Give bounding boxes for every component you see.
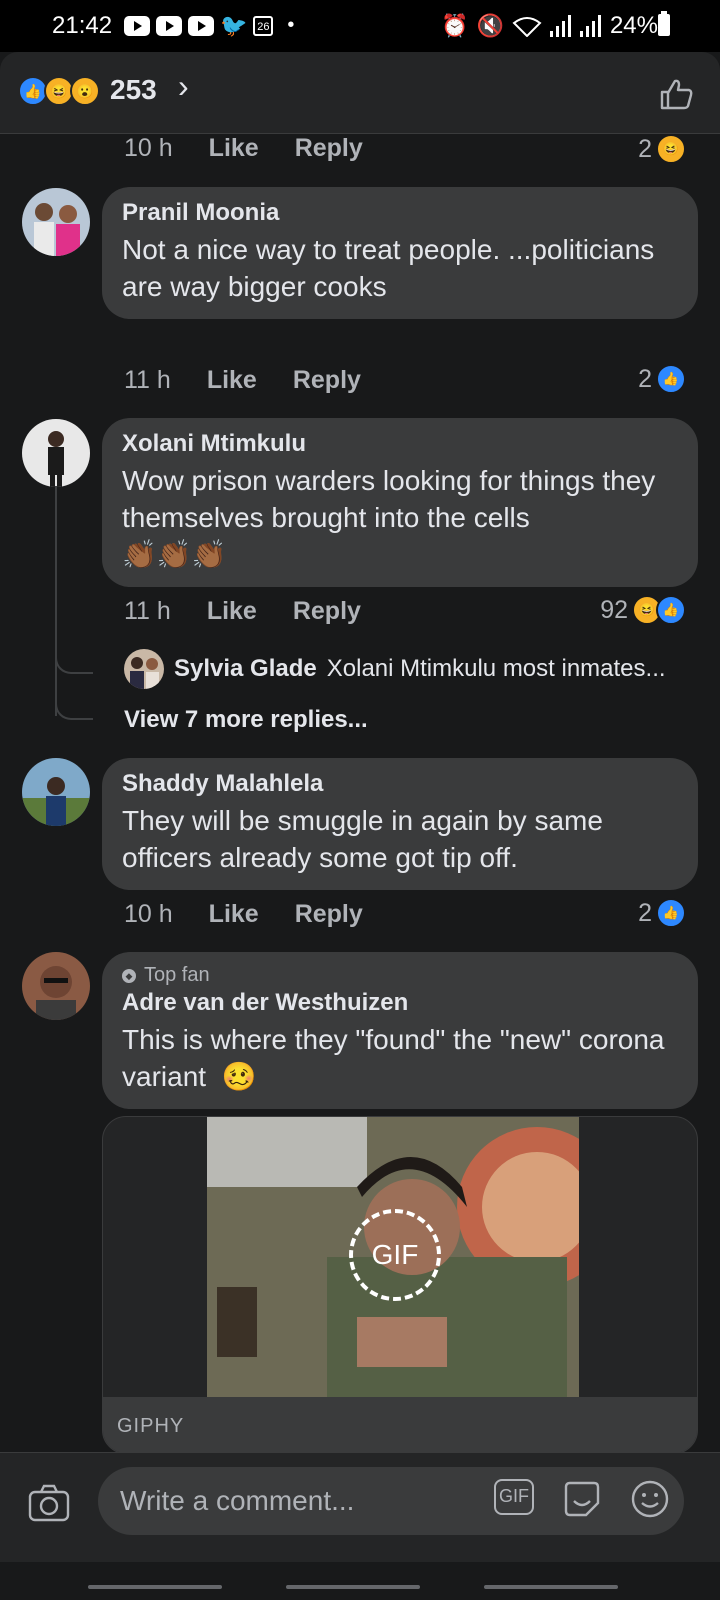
comment-meta: 11 h Like Reply xyxy=(124,597,361,626)
chevron-right-icon[interactable]: › xyxy=(178,68,189,105)
alarm-icon: ⏰ xyxy=(441,13,469,38)
gif-image[interactable]: GIF xyxy=(207,1117,579,1397)
like-reaction-icon: 👍 xyxy=(656,595,686,625)
comment-text-row: This is where they "found" the "new" cor… xyxy=(122,1021,678,1095)
diamond-icon: ◆ xyxy=(122,968,136,983)
haha-reaction-icon: 😆 xyxy=(656,134,686,164)
comment-text: This is where they "found" the "new" cor… xyxy=(122,1024,665,1092)
avatar[interactable] xyxy=(22,188,90,256)
avatar[interactable] xyxy=(124,649,164,689)
reply-link[interactable]: Reply xyxy=(295,134,363,163)
battery-percent: 24% xyxy=(609,12,658,39)
thread-connector xyxy=(55,648,93,674)
comment-meta: 10 h Like Reply xyxy=(124,900,363,929)
comment-reactions[interactable]: 92 😆 👍 xyxy=(600,595,686,625)
clapping-emoji: 👏🏾👏🏾👏🏾 xyxy=(122,539,227,570)
reaction-count: 92 xyxy=(600,595,628,624)
reply-link[interactable]: Reply xyxy=(293,366,361,395)
thread-connector xyxy=(55,694,93,720)
comment-composer: Write a comment... GIF xyxy=(0,1452,720,1562)
nav-back[interactable] xyxy=(484,1585,618,1589)
gif-button[interactable]: GIF xyxy=(494,1479,534,1515)
like-reaction-icon: 👍 xyxy=(656,364,686,394)
sticker-icon[interactable] xyxy=(562,1479,602,1519)
comment-author[interactable]: Pranil Moonia xyxy=(122,199,678,227)
nav-home[interactable] xyxy=(286,1585,420,1589)
like-link[interactable]: Like xyxy=(209,134,259,163)
youtube-icon xyxy=(124,15,150,36)
like-link[interactable]: Like xyxy=(207,597,257,626)
wow-reaction-icon: 😮 xyxy=(70,76,100,106)
youtube-icon xyxy=(188,15,214,36)
reactions-header: 👍 😆 😮 253 › xyxy=(0,52,720,134)
avatar[interactable] xyxy=(22,419,90,487)
reply-link[interactable]: Reply xyxy=(293,597,361,626)
reaction-count: 2 xyxy=(638,134,652,163)
calendar-icon: 26 xyxy=(253,15,274,36)
comment-meta: 10 h Like Reply xyxy=(124,134,363,163)
nav-recent-apps[interactable] xyxy=(88,1585,222,1589)
battery-icon xyxy=(658,11,670,36)
comment-reactions[interactable]: 2 👍 xyxy=(638,898,686,928)
reply-link[interactable]: Reply xyxy=(295,900,363,929)
like-link[interactable]: Like xyxy=(209,900,259,929)
gif-source-bar xyxy=(103,1397,697,1453)
top-fan-badge: ◆ Top fan xyxy=(122,964,678,987)
more-notifications-dot: • xyxy=(287,14,295,36)
comment-author[interactable]: Adre van der Westhuizen xyxy=(122,989,678,1017)
system-icons: ⏰ 🔇 24% xyxy=(441,12,658,40)
gif-badge[interactable]: GIF xyxy=(349,1209,441,1301)
reply-preview[interactable]: Sylvia Glade Xolani Mtimkulu most inmate… xyxy=(124,649,666,689)
reply-author[interactable]: Sylvia Glade xyxy=(174,655,317,683)
view-more-replies-link[interactable]: View 7 more replies... xyxy=(124,706,368,734)
like-link[interactable]: Like xyxy=(207,366,257,395)
avatar[interactable] xyxy=(22,758,90,826)
gif-attachment[interactable]: GIF GIPHY xyxy=(102,1116,698,1454)
notification-icons: 🐦 26 • xyxy=(124,14,294,37)
youtube-icon xyxy=(156,15,182,36)
like-reaction-icon: 👍 xyxy=(656,898,686,928)
comment-time: 11 h xyxy=(124,366,171,394)
comment-bubble[interactable]: Xolani Mtimkulu Wow prison warders looki… xyxy=(102,418,698,587)
emoji-icon[interactable] xyxy=(630,1479,670,1519)
reaction-count[interactable]: 253 xyxy=(110,74,157,106)
reply-text: Xolani Mtimkulu most inmates... xyxy=(326,655,666,682)
comment-text: Wow prison warders looking for things th… xyxy=(122,465,656,533)
reaction-count: 2 xyxy=(638,364,652,393)
wifi-icon xyxy=(512,17,542,37)
comment-meta: 11 h Like Reply xyxy=(124,366,361,395)
comment-bubble[interactable]: Shaddy Malahlela They will be smuggle in… xyxy=(102,758,698,890)
reaction-count: 2 xyxy=(638,898,652,927)
comment-text: They will be smuggle in again by same of… xyxy=(122,805,603,873)
comment-reactions[interactable]: 2 😆 xyxy=(638,134,686,164)
like-button-icon[interactable] xyxy=(658,76,694,112)
mute-icon: 🔇 xyxy=(476,13,504,38)
comment-time: 10 h xyxy=(124,134,173,162)
thread-line xyxy=(55,486,57,716)
signal-icon xyxy=(579,15,601,37)
badge-label: Top fan xyxy=(144,964,210,986)
twitter-icon: 🐦 xyxy=(220,12,248,38)
comment-bubble[interactable]: ◆ Top fan Adre van der Westhuizen This i… xyxy=(102,952,698,1109)
reaction-summary[interactable]: 👍 😆 😮 xyxy=(18,76,100,106)
avatar[interactable] xyxy=(22,952,90,1020)
giphy-label: GIPHY xyxy=(117,1415,185,1437)
camera-icon[interactable] xyxy=(28,1483,70,1523)
comment-bubble[interactable]: Pranil Moonia Not a nice way to treat pe… xyxy=(102,187,698,319)
comment-time: 11 h xyxy=(124,597,171,625)
comment-author[interactable]: Xolani Mtimkulu xyxy=(122,430,678,458)
status-time: 21:42 xyxy=(52,12,113,39)
woozy-emoji: 🥴 xyxy=(221,1061,257,1092)
comment-author[interactable]: Shaddy Malahlela xyxy=(122,770,678,798)
signal-icon xyxy=(549,15,571,37)
status-bar: 21:42 🐦 26 • ⏰ 🔇 24% xyxy=(0,0,720,52)
comment-text: Not a nice way to treat people. ...polit… xyxy=(122,234,655,302)
comment-time: 10 h xyxy=(124,900,173,928)
system-nav-bar xyxy=(0,1562,720,1600)
comment-reactions[interactable]: 2 👍 xyxy=(638,364,686,394)
